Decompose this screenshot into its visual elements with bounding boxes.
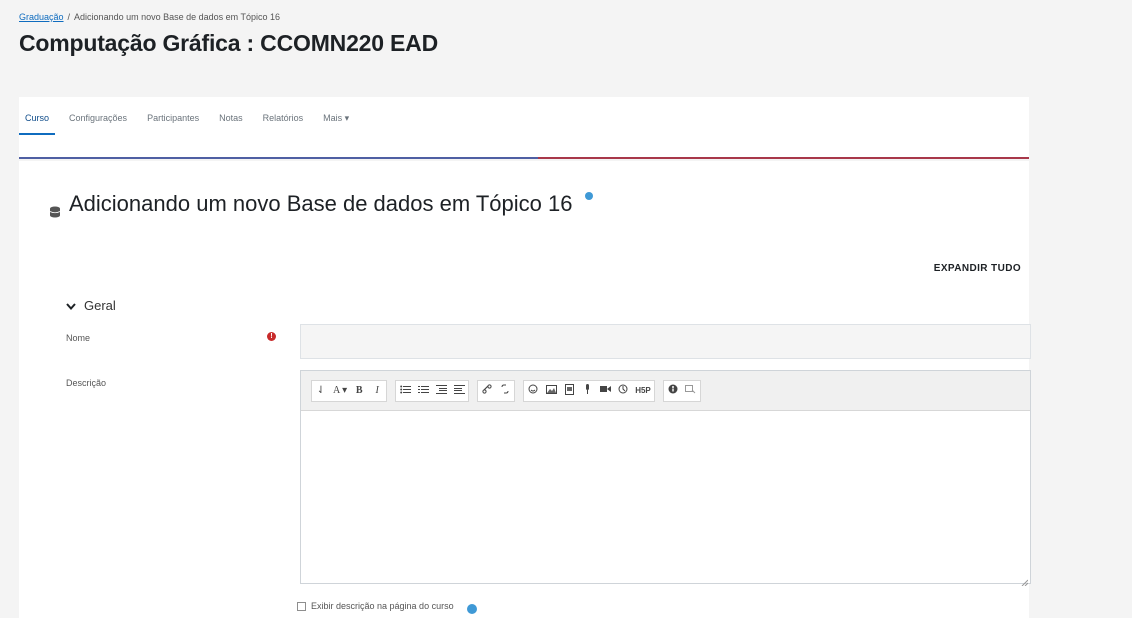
indent-icon <box>435 384 447 397</box>
description-textarea[interactable] <box>301 411 1030 583</box>
emoji-button[interactable] <box>524 381 542 401</box>
link-icon <box>482 384 492 397</box>
record-video-button[interactable] <box>596 381 614 401</box>
description-editor: ⇃ A ▾ B I H5P <box>300 370 1031 587</box>
media-file-icon <box>564 383 574 398</box>
ordered-list-icon <box>417 385 429 397</box>
media-button[interactable] <box>560 381 578 401</box>
tab-curso[interactable]: Curso <box>19 113 56 135</box>
toolbar-group-accessibility <box>662 379 701 402</box>
link-button[interactable] <box>478 381 496 401</box>
breadcrumb-current: Adicionando um novo Base de dados em Tóp… <box>74 12 281 22</box>
breadcrumb-link-graduacao[interactable]: Graduação <box>19 12 64 22</box>
name-label: Nome <box>66 333 91 343</box>
breadcrumb: Graduação / Adicionando um novo Base de … <box>19 12 1059 22</box>
collapse-toolbar-button[interactable]: ⇃ <box>312 381 330 401</box>
tab-notas[interactable]: Notas <box>213 113 249 133</box>
manage-files-button[interactable] <box>614 381 632 401</box>
video-camera-icon <box>599 385 611 396</box>
show-description-label: Exibir descrição na página do curso <box>311 601 454 611</box>
screen-reader-helper-button[interactable] <box>682 381 700 401</box>
microphone-icon <box>584 383 591 398</box>
ordered-list-button[interactable] <box>414 381 432 401</box>
editor-toolbar: ⇃ A ▾ B I H5P <box>301 371 1030 411</box>
unlink-icon <box>500 384 510 397</box>
image-icon <box>545 384 557 397</box>
course-nav-tabs: Curso Configurações Participantes Notas … <box>19 97 1029 159</box>
show-description-row: Exibir descrição na página do curso <box>297 598 477 614</box>
breadcrumb-separator: / <box>67 12 71 22</box>
record-audio-button[interactable] <box>578 381 596 401</box>
unlink-button[interactable] <box>496 381 514 401</box>
unordered-list-icon <box>399 385 411 397</box>
indent-button[interactable] <box>432 381 450 401</box>
italic-button[interactable]: I <box>368 381 386 401</box>
toolbar-group-style: ⇃ A ▾ B I <box>311 379 388 402</box>
tab-mais[interactable]: Mais ▾ <box>317 113 355 134</box>
screen-reader-icon <box>685 384 696 397</box>
tab-relatorios[interactable]: Relatórios <box>257 113 310 133</box>
page-header: Graduação / Adicionando um novo Base de … <box>19 12 1059 57</box>
section-label: Geral <box>84 298 116 313</box>
form-heading-text: Adicionando um novo Base de dados em Tóp… <box>69 191 573 216</box>
unordered-list-button[interactable] <box>396 381 414 401</box>
outdent-icon <box>453 384 465 397</box>
show-description-checkbox[interactable] <box>297 601 306 611</box>
main-content: Adicionando um novo Base de dados em Tóp… <box>19 161 1031 618</box>
toolbar-group-lists <box>395 379 470 402</box>
manage-files-icon <box>618 384 628 397</box>
resize-handle-icon[interactable] <box>1020 573 1029 587</box>
form-heading: Adicionando um novo Base de dados em Tóp… <box>49 191 593 218</box>
tab-participantes[interactable]: Participantes <box>141 113 205 133</box>
description-label: Descrição <box>66 378 107 388</box>
database-icon <box>49 198 61 218</box>
font-style-button[interactable]: A ▾ <box>330 381 350 401</box>
tab-configuracoes[interactable]: Configurações <box>63 113 133 133</box>
expand-all-link[interactable]: EXPANDIR TUDO <box>934 263 1021 274</box>
bold-button[interactable]: B <box>350 381 368 401</box>
image-button[interactable] <box>542 381 560 401</box>
page-title: Computação Gráfica : CCOMN220 EAD <box>19 30 438 56</box>
toolbar-group-media: H5P <box>523 379 655 402</box>
help-icon[interactable] <box>466 604 477 614</box>
help-icon[interactable] <box>584 192 593 200</box>
name-input[interactable] <box>300 324 1031 359</box>
outdent-button[interactable] <box>450 381 468 401</box>
accessibility-icon <box>668 384 678 397</box>
accessibility-checker-button[interactable] <box>664 381 682 401</box>
toolbar-group-links <box>477 379 516 402</box>
section-toggle-geral[interactable]: Geral <box>66 298 116 313</box>
required-icon: ! <box>267 332 276 341</box>
h5p-button[interactable]: H5P <box>632 381 654 401</box>
chevron-down-icon <box>66 298 76 313</box>
emoji-icon <box>528 384 538 397</box>
